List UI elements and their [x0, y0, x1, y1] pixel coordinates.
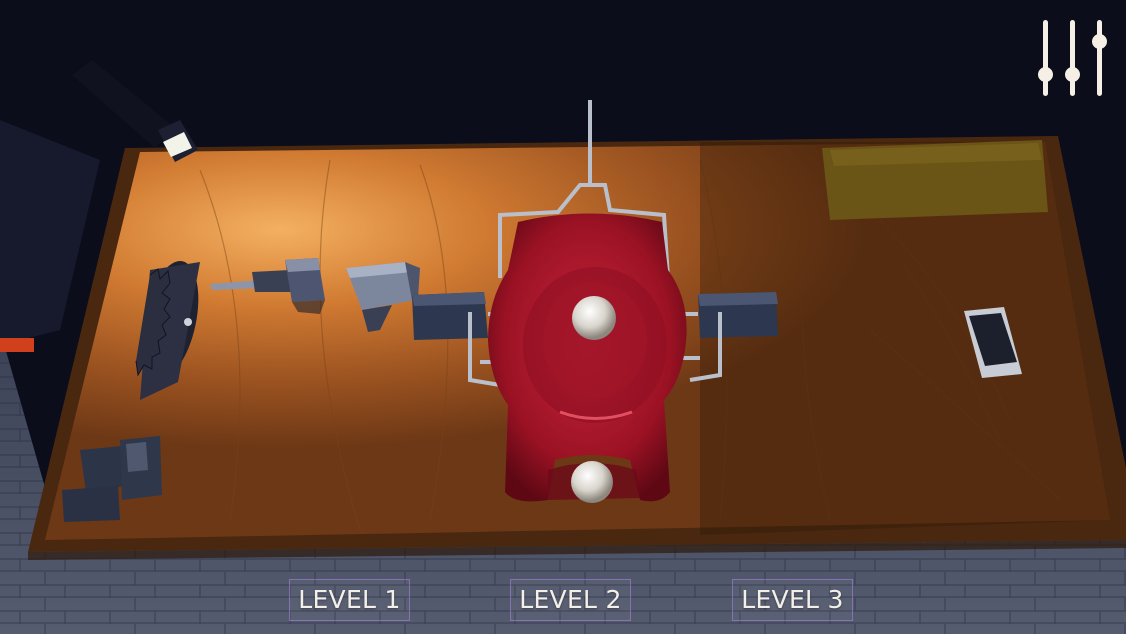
- top-ball[interactable]: [572, 296, 616, 340]
- level-2-button[interactable]: LEVEL 2: [510, 579, 631, 621]
- bottom-ball[interactable]: [571, 461, 613, 503]
- slider-track-2: [1070, 20, 1075, 96]
- slider-knob-3: [1092, 34, 1107, 49]
- level-1-button[interactable]: LEVEL 1: [289, 579, 410, 621]
- slider-knob-1: [1038, 67, 1053, 82]
- slider-track-3: [1097, 20, 1102, 96]
- sliders-icon[interactable]: [1034, 16, 1114, 100]
- slider-track-1: [1043, 20, 1048, 96]
- slider-knob-2: [1065, 67, 1080, 82]
- right-clamp-motor: [698, 292, 778, 338]
- workshop-scene: [0, 0, 1126, 634]
- left-clamp-motor: [412, 292, 488, 340]
- game-viewport: LEVEL 1 LEVEL 2 LEVEL 3: [0, 0, 1126, 634]
- level-3-button[interactable]: LEVEL 3: [732, 579, 853, 621]
